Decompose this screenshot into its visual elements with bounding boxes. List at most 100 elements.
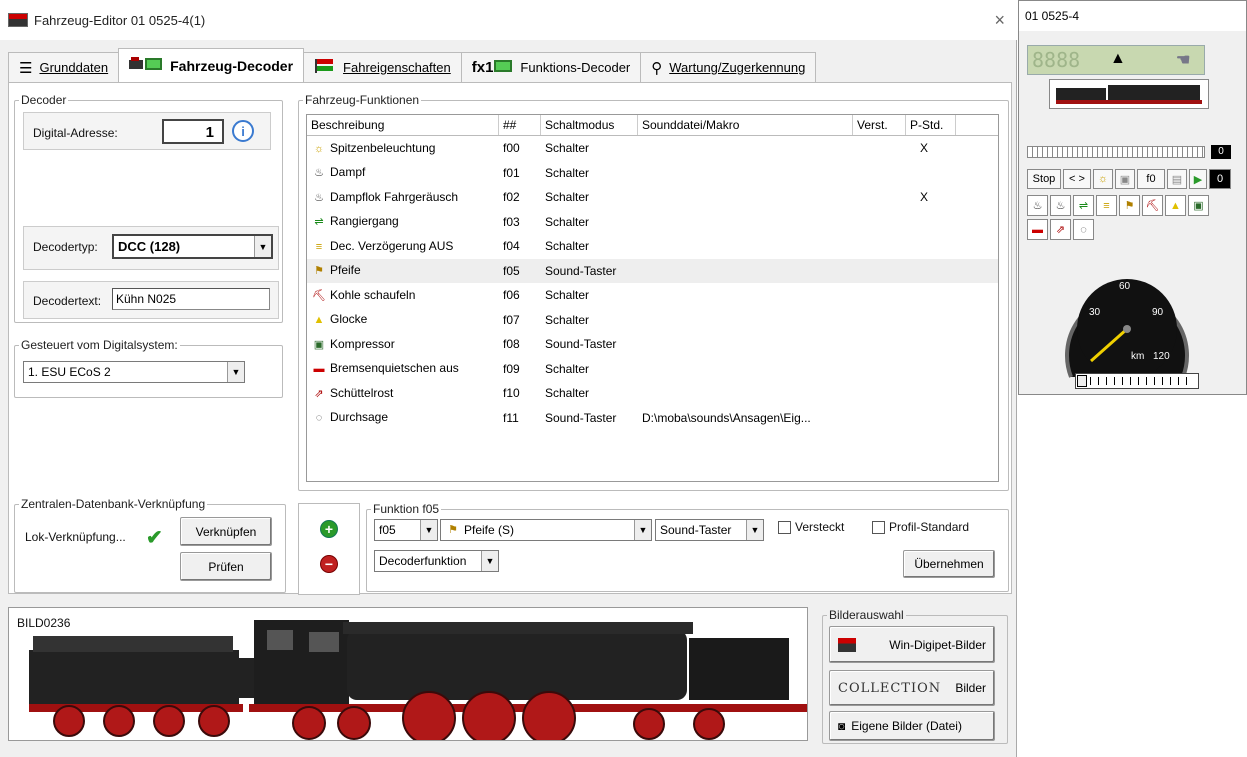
col-verst[interactable]: Verst. [853,115,906,135]
table-row[interactable]: ⛏ Kohle schaufeln f06 Schalter [307,283,998,308]
play-button-icon[interactable]: ▶ [1189,169,1207,189]
tick-90: 90 [1152,307,1164,318]
close-icon[interactable]: × [994,10,1005,31]
light-button-icon[interactable]: ☼ [1093,169,1113,189]
page-button-icon[interactable]: ▤ [1167,169,1187,189]
own-images-button[interactable]: ◙ Eigene Bilder (Datei) [829,711,995,741]
cell-beschreibung: ⚑ Pfeife [307,263,499,278]
function-desc-select[interactable]: ⚑ Pfeife (S) ▼ [440,519,652,541]
tab-wartung[interactable]: ⚲ Wartung/Zugerkennung [640,52,817,82]
function-button-bell-icon[interactable]: ▲ [1165,195,1186,216]
function-button-shovel-icon[interactable]: ⛏ [1142,195,1163,216]
speed-slider[interactable] [1075,373,1199,389]
counter-display: 0 [1209,169,1231,189]
col-sounddatei[interactable]: Sounddatei/Makro [638,115,853,135]
direction-button[interactable]: < > [1063,169,1091,189]
cell-schaltmodus: Schalter [545,165,590,180]
function-button-delay-icon[interactable]: ≡ [1096,195,1117,216]
function-mode-select[interactable]: Sound-Taster ▼ [655,519,764,541]
table-row[interactable]: ▬ Bremsenquietschen aus f09 Schalter [307,357,998,382]
add-remove-panel [298,503,360,595]
cell-num: f03 [503,214,520,229]
cell-num: f08 [503,337,520,352]
function-button-shunting-icon[interactable]: ⇌ [1073,195,1094,216]
table-row[interactable]: ⇌ Rangiergang f03 Schalter [307,210,998,235]
compressor-icon: ▣ [313,338,325,351]
apply-button[interactable]: Übernehmen [903,550,995,578]
chevron-down-icon: ▼ [227,362,244,382]
tab-fahreigenschaften[interactable]: Fahreigenschaften [303,52,462,82]
verknuepfen-button[interactable]: Verknüpfen [180,517,272,546]
aux-button-icon[interactable]: ▣ [1115,169,1135,189]
tab-grunddaten[interactable]: ☰ Grunddaten [8,52,120,82]
cell-beschreibung: ⇗ Schüttelrost [307,386,499,401]
tick-60: 60 [1119,281,1131,292]
table-row[interactable]: ♨ Dampflok Fahrgeräusch f02 Schalter X [307,185,998,210]
table-row[interactable]: ▲ Glocke f07 Schalter [307,308,998,333]
tab-bar: ☰ Grunddaten Fahrzeug-Decoder Fahreigensc… [8,48,817,82]
table-row[interactable]: ⇗ Schüttelrost f10 Schalter [307,381,998,406]
shunting-icon: ⇌ [314,216,324,229]
wrench-icon: ⚲ [651,59,663,77]
address-input[interactable]: 1 [162,119,224,144]
col-num[interactable]: ## [499,115,541,135]
function-button-steam-sound-icon[interactable]: ♨ [1050,195,1071,216]
speed-slider-thumb[interactable] [1077,375,1087,387]
table-row[interactable]: ♨ Dampf f01 Schalter [307,161,998,186]
function-button-announcement-icon[interactable]: ◌ [1073,219,1094,240]
table-row[interactable]: ▣ Kompressor f08 Sound-Taster [307,332,998,357]
tick-120: 120 [1153,351,1170,362]
function-button-grate-icon[interactable]: ⇗ [1050,219,1071,240]
whistle-icon: ⚑ [314,265,324,278]
collection-images-button[interactable]: COLLECTION Bilder [829,670,995,706]
table-row[interactable]: ≡ Dec. Verzögerung AUS f04 Schalter [307,234,998,259]
brake-icon: ▬ [313,363,325,376]
collection-logo: COLLECTION [838,680,942,696]
pruefen-button[interactable]: Prüfen [180,552,272,581]
decodertext-input[interactable]: Kühn N025 [112,288,270,310]
windigipet-images-button[interactable]: Win-Digipet-Bilder [829,626,995,663]
decodertype-select[interactable]: DCC (128) ▼ [112,234,273,259]
cell-num: f09 [503,361,520,376]
table-row[interactable]: ◌ Durchsage f11 Sound-Taster D:\moba\sounds\… [307,406,998,431]
tab-funktions-decoder[interactable]: fx1 Funktions-Decoder [460,52,642,82]
stop-button[interactable]: Stop [1027,169,1061,189]
chevron-down-icon: ▼ [420,520,437,540]
function-button-brake-icon[interactable]: ▬ [1027,219,1048,240]
hidden-checkbox[interactable]: Versteckt [778,520,844,535]
cell-num: f02 [503,190,520,205]
info-icon[interactable]: i [232,120,254,142]
cell-schaltmodus: Schalter [545,288,590,303]
cell-beschreibung: ⛏ Kohle schaufeln [312,287,416,302]
hidden-checkbox-box[interactable] [778,521,791,535]
cell-beschreibung: ≡ Dec. Verzögerung AUS [307,239,499,254]
grate-icon: ⇗ [314,387,324,400]
function-button-compressor-icon[interactable]: ▣ [1188,195,1209,216]
cell-beschreibung: ▲ Glocke [307,312,499,327]
chevron-down-icon: ▼ [254,236,271,257]
function-button-steam-icon[interactable]: ♨ [1027,195,1048,216]
remove-icon[interactable]: − [320,555,338,573]
f0-button[interactable]: f0 [1137,169,1165,189]
decodertext-label: Decodertext: [33,294,102,308]
table-row[interactable]: ☼ Spitzenbeleuchtung f00 Schalter X [307,136,998,161]
locomotive-thumbnail [1049,79,1209,109]
digital-system-select[interactable]: 1. ESU ECoS 2 ▼ [23,361,245,383]
add-icon[interactable]: + [320,520,338,538]
col-beschreibung[interactable]: Beschreibung [307,115,499,135]
title-bar: Fahrzeug-Editor 01 0525-4(1) × [0,0,1017,40]
function-type-select[interactable]: Decoderfunktion ▼ [374,550,499,572]
table-row[interactable]: ⚑ Pfeife f05 Sound-Taster [307,258,998,283]
function-button-whistle-icon[interactable]: ⚑ [1119,195,1140,216]
window-title: Fahrzeug-Editor 01 0525-4(1) [34,12,206,28]
functions-table: Beschreibung ## Schaltmodus Sounddatei/M… [306,114,999,482]
tab-fahrzeug-decoder[interactable]: Fahrzeug-Decoder [118,48,305,82]
list-icon: ☰ [19,59,33,77]
profile-standard-checkbox[interactable]: Profil-Standard [872,520,969,535]
col-schaltmodus[interactable]: Schaltmodus [541,115,638,135]
col-pstd[interactable]: P-Std. [906,115,956,135]
cell-pstd: X [920,141,929,156]
function-number-select[interactable]: f05 ▼ [374,519,438,541]
cell-schaltmodus: Sound-Taster [545,263,617,278]
profile-checkbox-box[interactable] [872,521,885,535]
